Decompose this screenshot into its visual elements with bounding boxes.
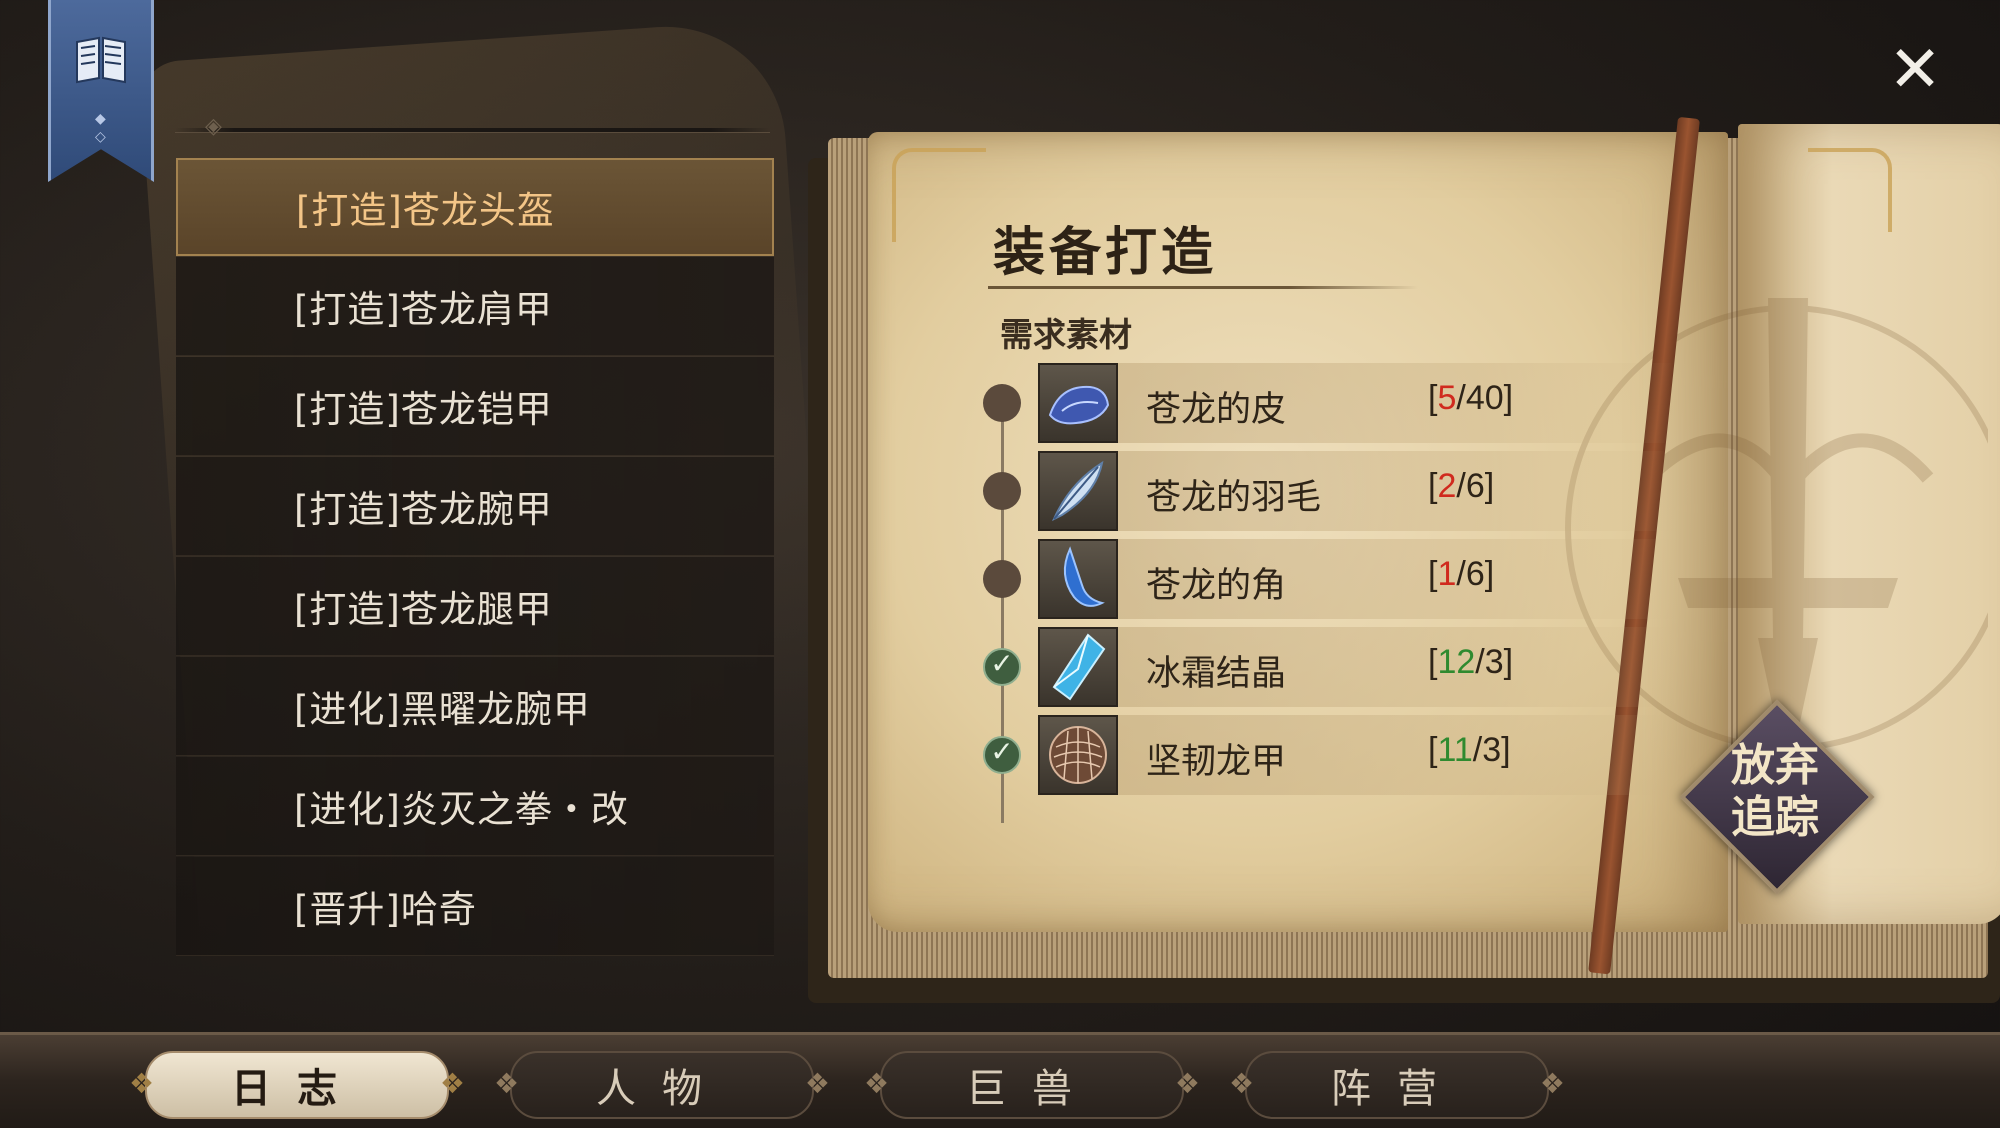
material-count: [5/40] [1428, 379, 1514, 417]
material-have: 11 [1437, 731, 1473, 769]
status-pending-icon [983, 384, 1021, 422]
material-row-background [1038, 539, 1678, 619]
quest-item-label: [进化]黑曜龙腕甲 [294, 688, 591, 731]
material-need: 40 [1465, 379, 1504, 417]
tab-factions[interactable]: ❖ 阵营 ❖ [1229, 1051, 1565, 1119]
quest-item-label: [打造]苍龙肩甲 [294, 288, 553, 331]
tab-label: 人物 [596, 1066, 728, 1112]
quest-item[interactable]: [打造]苍龙头盔 [176, 158, 774, 256]
quest-item-label: [打造]苍龙腕甲 [294, 488, 553, 531]
material-need: 3 [1482, 731, 1502, 769]
material-need: 3 [1484, 643, 1504, 681]
dragon-scale-icon[interactable] [1038, 715, 1118, 795]
tab-ornament-icon: ❖ [494, 1067, 520, 1100]
status-pending-icon [983, 560, 1021, 598]
tab-beasts[interactable]: ❖ 巨兽 ❖ [864, 1051, 1200, 1119]
abandon-tracking-button[interactable]: 放弃 追踪 [1679, 699, 1875, 895]
page-title: 装备打造 [993, 222, 1218, 283]
divider-ornament-icon: ◈ [205, 114, 222, 139]
material-name: 苍龙的羽毛 [1146, 478, 1322, 518]
material-count: [12/3] [1428, 643, 1514, 681]
quest-item[interactable]: [打造]苍龙腿甲 [176, 557, 774, 656]
tab-ornament-icon: ❖ [129, 1067, 155, 1100]
materials-list: 苍龙的皮 [5/40] 苍龙的羽毛 [2/6] 苍龙的角 [1/6] ✓ 冰霜结… [978, 363, 1678, 823]
tab-ornament-icon: ❖ [1229, 1067, 1255, 1100]
quest-item[interactable]: [进化]炎灭之拳・改 [176, 757, 774, 856]
tab-label: 日志 [231, 1066, 363, 1112]
material-have: 1 [1437, 555, 1457, 593]
dragon-hide-icon[interactable] [1038, 363, 1118, 443]
material-row[interactable]: 苍龙的皮 [5/40] [978, 363, 1678, 443]
abandon-button-label: 放弃 追踪 [1700, 740, 1850, 844]
quest-item-label: [晋升]哈奇 [294, 888, 477, 931]
material-row-background [1038, 451, 1678, 531]
material-name: 坚韧龙甲 [1146, 742, 1287, 782]
status-complete-icon [983, 735, 1021, 774]
material-have: 5 [1437, 379, 1457, 417]
bottom-tab-bar: ❖ 日志 ❖ ❖ 人物 ❖ ❖ 巨兽 ❖ ❖ 阵营 ❖ [0, 1032, 2000, 1128]
material-row[interactable]: 苍龙的角 [1/6] [978, 539, 1678, 619]
material-name: 苍龙的角 [1146, 566, 1287, 606]
tab-label: 阵营 [1331, 1066, 1463, 1112]
section-heading: 需求素材 [1000, 315, 1132, 354]
material-row-background [1038, 363, 1678, 443]
quest-list-divider: ◈ [175, 114, 770, 139]
feather-icon[interactable] [1038, 451, 1118, 531]
material-row-background [1038, 715, 1678, 795]
quest-item-label: [打造]苍龙铠甲 [294, 388, 553, 431]
journal-banner: ◆ ◇ [48, 0, 154, 182]
quest-item-label: [打造]苍龙腿甲 [294, 588, 553, 631]
quest-item-label: [打造]苍龙头盔 [296, 189, 555, 232]
tab-ornament-icon: ❖ [439, 1067, 465, 1100]
quest-item[interactable]: [晋升]哈奇 [176, 857, 774, 956]
quest-item[interactable]: [打造]苍龙铠甲 [176, 357, 774, 456]
tab-ornament-icon: ❖ [1539, 1067, 1565, 1100]
quest-item[interactable]: [进化]黑曜龙腕甲 [176, 657, 774, 756]
material-count: [1/6] [1428, 555, 1495, 593]
quest-item-label: [进化]炎灭之拳・改 [294, 788, 629, 831]
material-need: 6 [1465, 555, 1485, 593]
material-count: [11/3] [1428, 731, 1511, 769]
material-need: 6 [1465, 467, 1485, 505]
material-name: 冰霜结晶 [1146, 654, 1287, 694]
title-divider [988, 286, 1418, 289]
banner-ornament: ◆ ◇ [95, 111, 106, 145]
close-icon: ✕ [1888, 33, 1942, 107]
material-count: [2/6] [1428, 467, 1495, 505]
quest-list: [打造]苍龙头盔 [打造]苍龙肩甲 [打造]苍龙铠甲 [打造]苍龙腕甲 [打造]… [176, 158, 774, 957]
status-complete-icon [983, 647, 1021, 686]
close-button[interactable]: ✕ [1885, 38, 1945, 102]
material-have: 12 [1437, 643, 1476, 681]
tab-ornament-icon: ❖ [804, 1067, 830, 1100]
gold-corner-ornament [1808, 148, 1892, 232]
gold-corner-ornament [892, 148, 986, 242]
abandon-label-line1: 放弃 [1731, 740, 1819, 791]
tab-characters[interactable]: ❖ 人物 ❖ [494, 1051, 830, 1119]
dragon-horn-icon[interactable] [1038, 539, 1118, 619]
quest-item[interactable]: [打造]苍龙肩甲 [176, 257, 774, 356]
material-row[interactable]: 苍龙的羽毛 [2/6] [978, 451, 1678, 531]
frost-crystal-icon[interactable] [1038, 627, 1118, 707]
material-row-background [1038, 627, 1678, 707]
tab-label: 巨兽 [966, 1066, 1098, 1112]
crafting-book: 装备打造 需求素材 苍龙的皮 [5/40] 苍龙的羽毛 [2/6] 苍龙的角 [… [808, 116, 2000, 1003]
material-have: 2 [1437, 467, 1457, 505]
journal-book-icon [76, 36, 126, 84]
quest-item[interactable]: [打造]苍龙腕甲 [176, 457, 774, 556]
abandon-label-line2: 追踪 [1731, 792, 1819, 843]
tab-ornament-icon: ❖ [1174, 1067, 1200, 1100]
material-row[interactable]: 坚韧龙甲 [11/3] [978, 715, 1678, 795]
status-pending-icon [983, 472, 1021, 510]
tab-journal[interactable]: ❖ 日志 ❖ [129, 1051, 465, 1119]
material-row[interactable]: 冰霜结晶 [12/3] [978, 627, 1678, 707]
tab-ornament-icon: ❖ [864, 1067, 890, 1100]
material-name: 苍龙的皮 [1146, 390, 1287, 430]
